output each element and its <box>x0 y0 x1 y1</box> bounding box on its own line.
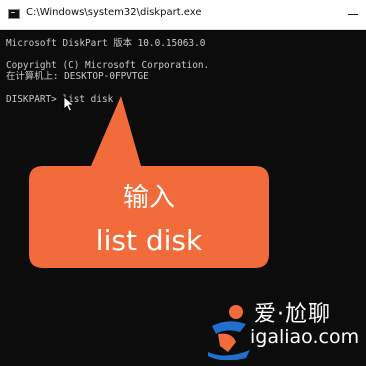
console-line-copyright: Copyright (C) Microsoft Corporation. <box>6 60 210 71</box>
console-prompt: DISKPART> <box>6 94 63 105</box>
console-command-line[interactable]: DISKPART> list disk <box>6 94 113 105</box>
console-line-version: Microsoft DiskPart 版本 10.0.15063.0 <box>6 38 206 49</box>
watermark-brand-text: 爱·尬聊 <box>254 302 331 327</box>
console-line-computer: 在计算机上: DESKTOP-0FPVTGE <box>6 71 149 82</box>
minimize-button[interactable] <box>340 0 366 29</box>
console-app-icon <box>8 9 20 19</box>
window-title: C:\Windows\system32\diskpart.exe <box>26 7 202 18</box>
instruction-callout: 输入 list disk <box>29 96 269 268</box>
callout-line-1: 输入 <box>122 183 175 213</box>
mascot-icon <box>208 305 250 360</box>
callout-line-2: list disk <box>95 224 203 257</box>
watermark-logo: 爱·尬聊 igaliao.com <box>206 296 366 366</box>
mouse-pointer-icon <box>63 96 75 112</box>
watermark-domain-text: igaliao.com <box>250 326 360 348</box>
window-titlebar[interactable]: C:\Windows\system32\diskpart.exe <box>0 0 366 30</box>
